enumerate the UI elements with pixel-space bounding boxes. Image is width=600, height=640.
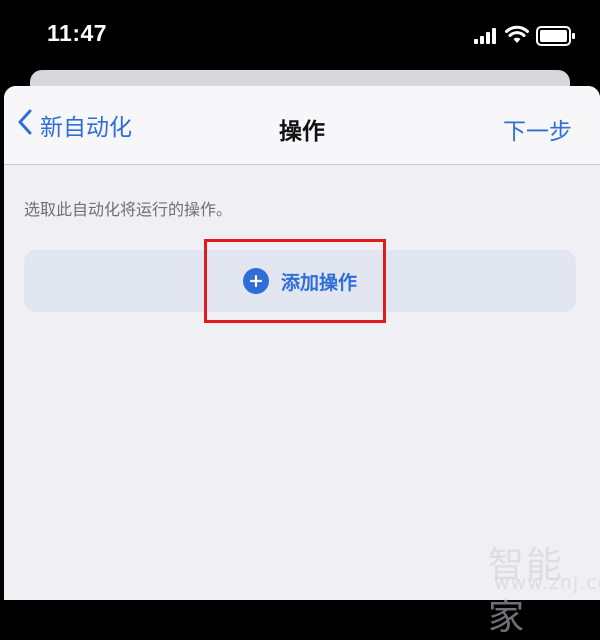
watermark-url: www.znj.com (494, 572, 600, 594)
status-time: 11:47 (47, 20, 108, 46)
wifi-icon (505, 24, 529, 48)
status-bar: 11:47 (0, 0, 600, 68)
add-action-label: 添加操作 (280, 271, 357, 294)
navigation-bar: 新自动化 操作 下一步 (4, 86, 600, 165)
battery-icon (536, 26, 576, 50)
add-action-button[interactable]: 添加操作 (24, 250, 576, 312)
plus-circle-icon (242, 268, 269, 294)
instruction-text: 选取此自动化将运行的操作。 (24, 200, 233, 219)
next-button[interactable]: 下一步 (503, 112, 572, 146)
automation-sheet: 新自动化 操作 下一步 选取此自动化将运行的操作。 添加操作 (4, 86, 600, 600)
cellular-signal-icon (474, 28, 496, 48)
